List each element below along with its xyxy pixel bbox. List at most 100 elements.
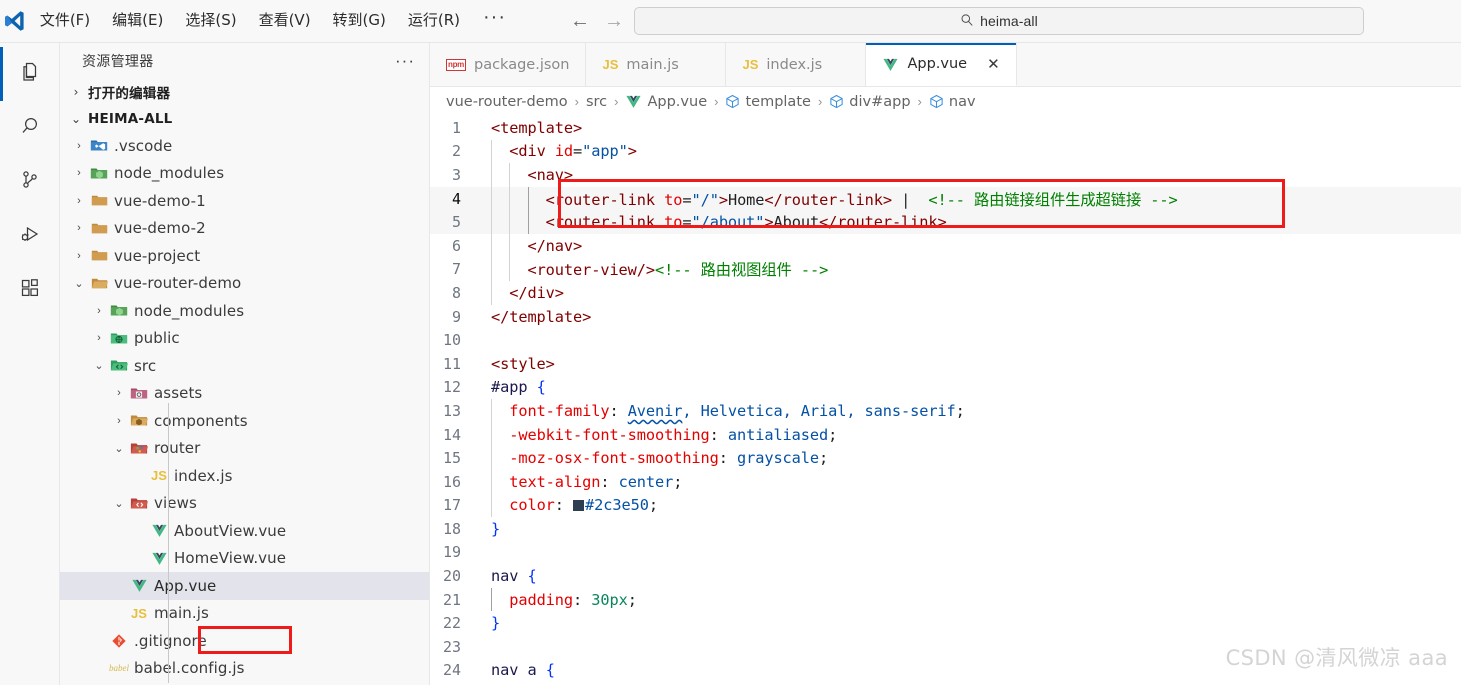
code-line-text: <div id="app"> — [509, 142, 637, 161]
menu-more-icon[interactable]: ··· — [471, 6, 518, 37]
activity-source-control-button[interactable] — [0, 155, 60, 209]
sidebar-more-icon[interactable]: ··· — [395, 51, 415, 71]
code-line-text: font-family: Avenir, Helvetica, Arial, s… — [509, 401, 965, 420]
activity-explorer-button[interactable] — [0, 47, 60, 101]
editor-tab-index-js[interactable]: JS index.js — [726, 43, 867, 86]
tree-item-selected[interactable]: App.vue — [60, 572, 429, 600]
tree-item[interactable]: › public — [60, 325, 429, 353]
tree-item[interactable]: › vue-demo-2 — [60, 215, 429, 243]
breadcrumb-item[interactable]: div#app — [829, 94, 911, 110]
activity-search-button[interactable] — [0, 101, 60, 155]
tree-item[interactable]: AboutView.vue — [60, 517, 429, 545]
breadcrumb-item[interactable]: App.vue — [625, 93, 707, 110]
chevron-right-icon[interactable]: › — [70, 140, 88, 152]
chevron-down-icon[interactable]: ⌄ — [70, 277, 88, 290]
line-number: 11 — [442, 354, 461, 373]
line-number: 24 — [442, 661, 461, 680]
menu-item-view[interactable]: 查看(V) — [248, 8, 322, 34]
folder-icon — [88, 248, 110, 263]
breadcrumb-item[interactable]: src — [586, 94, 607, 110]
activity-bar — [0, 43, 60, 685]
editor-tab-label: package.json — [474, 56, 570, 73]
tree-item[interactable]: › components — [60, 407, 429, 435]
menu-item-file[interactable]: 文件(F) — [29, 8, 101, 34]
forward-arrow-icon[interactable]: → — [604, 11, 624, 31]
tree-item[interactable]: ⌄ vue-router-demo — [60, 270, 429, 298]
sidebar-section-workspace[interactable]: ⌄ HEIMA-ALL — [60, 105, 429, 132]
symbol-field-icon — [725, 94, 740, 109]
chevron-right-icon[interactable]: › — [110, 387, 128, 399]
tree-item[interactable]: ⌄ views — [60, 490, 429, 518]
vscode-logo-icon — [0, 0, 29, 43]
breadcrumb-item[interactable]: nav — [929, 94, 976, 110]
tree-item-label: vue-demo-1 — [114, 191, 206, 210]
tree-item-label: router — [154, 439, 201, 458]
chevron-right-icon[interactable]: › — [110, 415, 128, 427]
tree-item[interactable]: › .vscode — [60, 132, 429, 160]
tree-item-label: views — [154, 494, 197, 513]
tree-item-label: main.js — [154, 604, 209, 623]
tree-item[interactable]: HomeView.vue — [60, 545, 429, 573]
src-folder-icon — [108, 358, 130, 373]
editor-tab-app-vue[interactable]: App.vue ✕ — [866, 43, 1017, 86]
tree-item-label: .gitignore — [134, 631, 207, 650]
explorer-sidebar: 资源管理器 ··· › 打开的编辑器 ⌄ HEIMA-ALL › .vscode ›… — [60, 43, 430, 685]
tree-item[interactable]: babel babel.config.js — [60, 655, 429, 683]
close-icon[interactable]: ✕ — [987, 57, 1000, 72]
sidebar-header: 资源管理器 ··· — [60, 43, 429, 78]
menu-item-goto[interactable]: 转到(G) — [322, 8, 397, 34]
color-swatch — [573, 500, 585, 512]
chevron-right-icon[interactable]: › — [70, 250, 88, 262]
breadcrumb: vue-router-demo › src › App.vue › template › div… — [430, 87, 1461, 116]
back-arrow-icon[interactable]: ← — [570, 11, 590, 31]
line-number: 9 — [451, 307, 461, 326]
code-editor[interactable]: 1 <template> 2 <div id="app"> 3 <nav> 4 <rou… — [430, 116, 1461, 685]
chevron-down-icon[interactable]: ⌄ — [90, 359, 108, 372]
sidebar-section-open-editors[interactable]: › 打开的编辑器 — [60, 78, 429, 105]
editor-tab-label: main.js — [626, 56, 679, 73]
menu-item-edit[interactable]: 编辑(E) — [101, 8, 174, 34]
activity-extensions-button[interactable] — [0, 263, 60, 317]
code-line: 13 font-family: Avenir, Helvetica, Arial… — [430, 399, 1461, 423]
indent-guide — [491, 422, 492, 447]
chevron-right-icon[interactable]: › — [90, 332, 108, 344]
breadcrumb-label: App.vue — [647, 93, 708, 110]
code-line-text: nav a { — [491, 661, 555, 680]
code-line-text: nav { — [491, 567, 537, 586]
tree-item-label: src — [134, 356, 157, 375]
babel-file-icon: babel — [109, 663, 129, 674]
code-line: 17 color: #2c3e50; — [430, 493, 1461, 518]
tree-item[interactable]: JS index.js — [60, 462, 429, 490]
indent-guide — [491, 257, 492, 282]
tree-item[interactable]: › vue-project — [60, 242, 429, 270]
indent-guide — [491, 469, 492, 494]
tree-item[interactable]: › node_modules — [60, 160, 429, 188]
editor-tab-package-json[interactable]: npm package.json — [430, 43, 587, 86]
quick-open-input[interactable]: heima-all — [634, 7, 1364, 35]
menu-item-select[interactable]: 选择(S) — [174, 8, 247, 34]
tree-item[interactable]: › node_modules — [60, 297, 429, 325]
tree-item-label: AboutView.vue — [174, 521, 287, 540]
chevron-down-icon[interactable]: ⌄ — [110, 442, 128, 455]
chevron-down-icon[interactable]: ⌄ — [110, 497, 128, 510]
chevron-right-icon[interactable]: › — [90, 305, 108, 317]
tree-item[interactable]: ⌄ router — [60, 435, 429, 463]
breadcrumb-item[interactable]: vue-router-demo — [446, 94, 568, 110]
editor-tab-main-js[interactable]: JS main.js — [586, 43, 727, 86]
chevron-right-icon[interactable]: › — [70, 167, 88, 179]
menu-item-run[interactable]: 运行(R) — [397, 8, 471, 34]
breadcrumb-separator-icon: › — [614, 94, 619, 109]
search-icon — [18, 114, 42, 143]
chevron-right-icon[interactable]: › — [70, 195, 88, 207]
activity-run-debug-button[interactable] — [0, 209, 60, 263]
views-folder-icon — [128, 496, 150, 511]
tree-item[interactable]: .gitignore — [60, 627, 429, 655]
tree-item-label: node_modules — [114, 164, 225, 183]
breadcrumb-item[interactable]: template — [725, 94, 811, 110]
source-control-icon — [18, 168, 42, 197]
tree-item[interactable]: ⌄ src — [60, 352, 429, 380]
tree-item[interactable]: › vue-demo-1 — [60, 187, 429, 215]
tree-item[interactable]: › assets — [60, 380, 429, 408]
chevron-right-icon[interactable]: › — [70, 222, 88, 234]
tree-item[interactable]: JS main.js — [60, 600, 429, 628]
